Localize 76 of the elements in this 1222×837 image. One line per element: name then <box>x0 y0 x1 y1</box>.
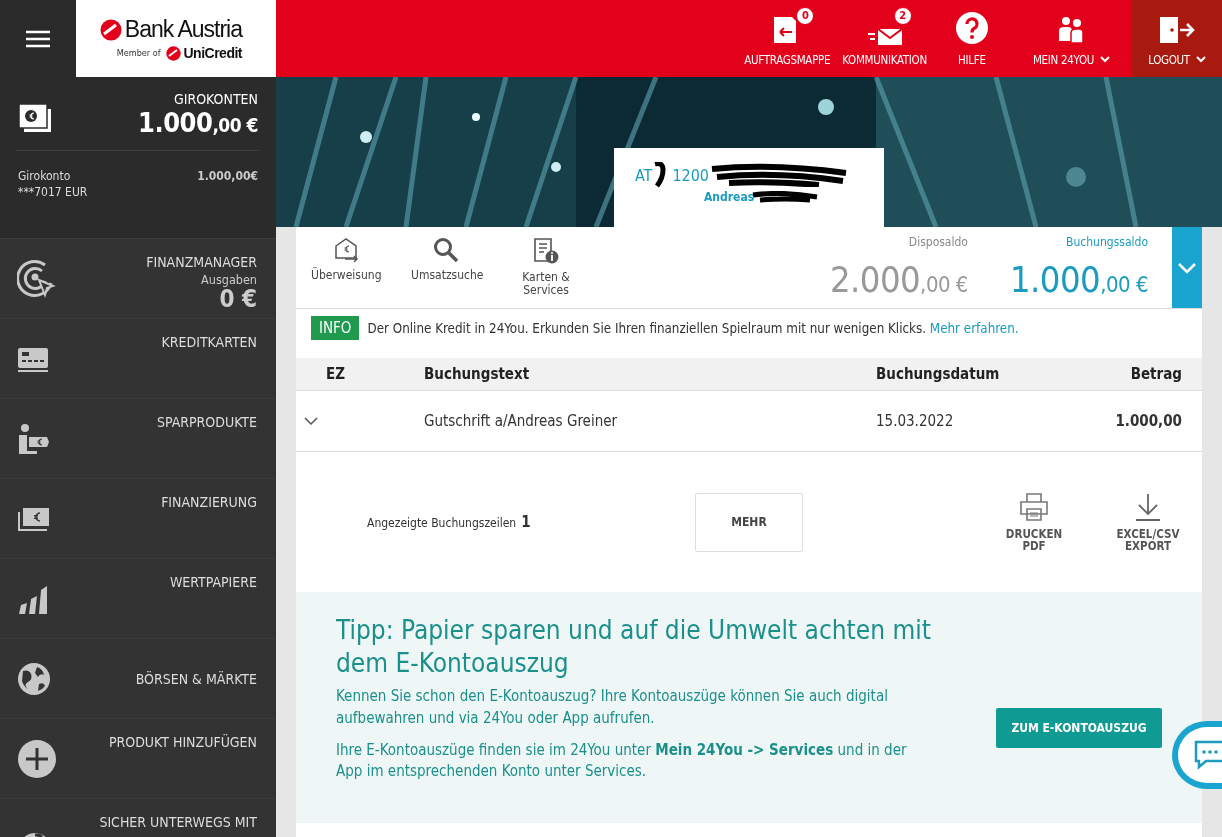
group-name: UniCredit <box>183 45 242 61</box>
chevron-down-icon <box>1177 261 1197 274</box>
sidebar-item[interactable]: WERTPAPIERE <box>0 558 276 638</box>
banknote-icon <box>17 505 51 532</box>
count-badge: 2 <box>893 6 912 25</box>
plus-icon <box>17 738 57 779</box>
logout-icon <box>1158 14 1196 45</box>
envelope-icon <box>867 28 902 45</box>
quick-action[interactable]: Überweisung <box>296 227 396 308</box>
header-action[interactable]: LOGOUT <box>1132 0 1222 77</box>
wallet-icon <box>18 103 52 133</box>
column-header: Betrag <box>1129 365 1182 383</box>
header-action[interactable]: MEIN 24YOU <box>1010 0 1132 77</box>
sidebar-value: 0 € <box>219 287 257 311</box>
brand-name: Bank Austria <box>124 16 242 43</box>
more-button[interactable]: MEHR <box>695 492 803 552</box>
account-name: Girokonto <box>18 169 72 183</box>
sidebar-item[interactable]: SICHER UNTERWEGS MIT <box>0 798 276 837</box>
sidebar-item[interactable]: FINANZIERUNG <box>0 478 276 558</box>
globe-icon <box>17 661 51 696</box>
tip-text: Kennen Sie schon den E-Kontoauszug? Ihre Kontoauszüge können Sie auch digital aufbewahren und via 24You oder App aufrufen. <box>336 686 889 729</box>
tip-text: Ihre E-Kontoauszüge finden sie im 24You unter Mein 24You -> Services und in der App im entsprechenden Konto unter Services. <box>336 739 908 783</box>
info-text: Der Online Kredit in 24You. Erkunden Sie Ihren finanziellen Spielraum mit nur wenigen Klicks. Mehr erfahren. <box>367 320 1019 336</box>
sidebar-caption: Ausgaben <box>201 272 257 287</box>
table-cell-text: 1.000,00 <box>1114 412 1182 430</box>
download-icon <box>1133 491 1163 522</box>
export-action[interactable]: DRUCKEN PDF <box>992 491 1076 553</box>
iban-text: AT <box>635 165 653 185</box>
menu-button[interactable] <box>0 0 76 77</box>
account-number: ***7017 EUR <box>18 185 88 199</box>
table-cell-text: Gutschrift a/Andreas Greiner <box>424 412 619 430</box>
section-title[interactable]: GIROKONTEN <box>173 91 258 107</box>
tip-title: Tipp: Papier sparen und auf die Umwelt achten mit dem E-Kontoauszug <box>336 614 932 680</box>
balance-amount: 1.000,00 € <box>1009 259 1148 300</box>
menu-icon <box>26 29 50 48</box>
help-icon <box>954 10 989 45</box>
sidebar-item[interactable]: KREDITKARTEN <box>0 318 276 398</box>
row-count: 1 <box>521 513 531 531</box>
printer-icon <box>1018 491 1050 522</box>
column-header: EZ <box>326 365 346 383</box>
pointer-icon <box>17 258 57 299</box>
person-euro-icon <box>17 422 51 455</box>
header-action[interactable]: 0 AUFTRAGSMAPPE <box>738 0 837 77</box>
account-row[interactable]: Girokonto ***7017 EUR 1.000,00€ <box>16 151 260 199</box>
info-badge: INFO <box>311 316 360 340</box>
table-cell-text: 15.03.2022 <box>876 412 955 430</box>
search-icon <box>433 237 459 263</box>
sidebar-item[interactable]: BÖRSEN & MÄRKTE <box>0 638 276 718</box>
sidebar-item[interactable]: FINANZMANAGER Ausgaben 0 € <box>0 238 276 318</box>
balance-label: Buchungssaldo <box>1066 235 1148 249</box>
balance-amount: 2.000,00 € <box>829 259 968 300</box>
chevron-down-icon <box>304 416 318 426</box>
quick-action[interactable]: Karten & Services <box>496 227 596 308</box>
export-action[interactable]: EXCEL/CSV EXPORT <box>1106 491 1190 553</box>
sidebar-item[interactable]: SPARPRODUKTE <box>0 398 276 478</box>
balance-amount: 1.000,00 € <box>138 107 258 138</box>
balance-label: Disposaldo <box>908 235 968 249</box>
column-header: Buchungstext <box>424 365 531 383</box>
logo-mark-icon <box>99 18 122 41</box>
column-header: Buchungsdatum <box>876 365 1001 383</box>
redaction-mark-icon <box>652 162 667 188</box>
header-action[interactable]: HILFE <box>932 0 1011 77</box>
redaction-mark-icon <box>709 163 849 187</box>
sidebar-item[interactable]: PRODUKT HINZUFÜGEN <box>0 718 276 798</box>
account-balance: 1.000,00€ <box>197 169 258 185</box>
logo-mark-icon <box>165 45 181 61</box>
count-badge: 0 <box>796 6 815 25</box>
document-info-icon <box>532 237 560 265</box>
quick-action[interactable]: Umsatzsuche <box>396 227 496 308</box>
header-action[interactable]: 2 KOMMUNIKATION <box>836 0 933 77</box>
iban-text: 1200 <box>672 165 709 185</box>
transfer-icon <box>333 237 359 263</box>
row-count-label: Angezeigte Buchungszeilen <box>367 516 517 530</box>
account-holder: Andreas <box>704 190 755 204</box>
chat-icon <box>1194 740 1222 770</box>
logo-caption: Member of <box>116 48 161 58</box>
